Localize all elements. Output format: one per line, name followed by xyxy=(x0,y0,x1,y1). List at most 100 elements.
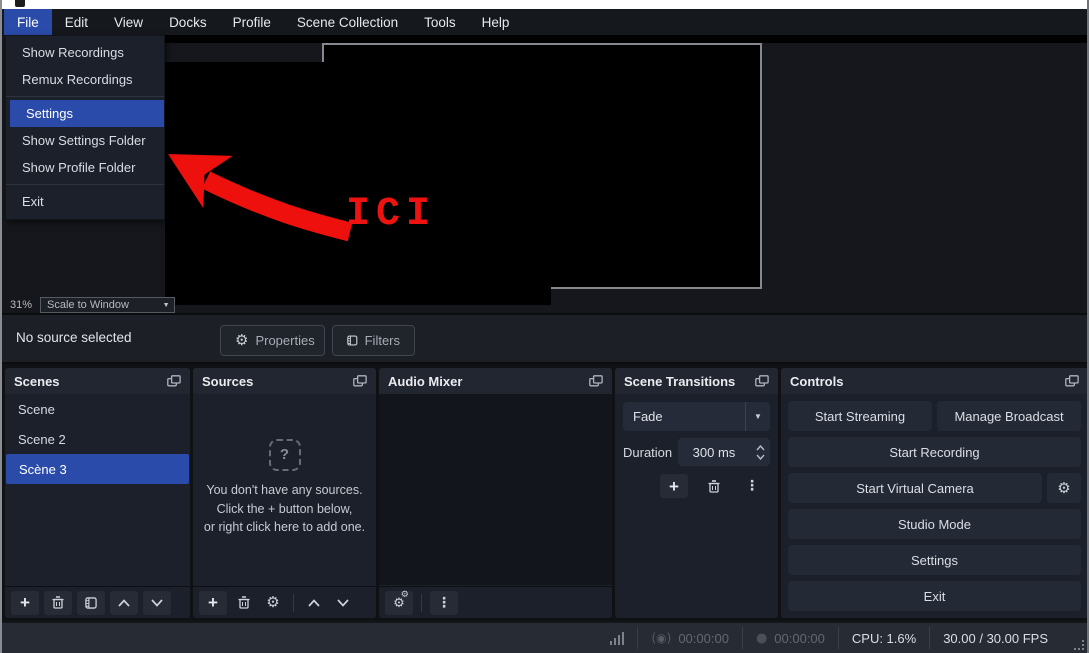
gear-icon: ⚙ xyxy=(1057,481,1070,496)
move-scene-down-button[interactable] xyxy=(143,591,171,615)
sources-empty-state: ? You don't have any sources. Click the … xyxy=(193,394,376,582)
broadcast-icon: (◉) xyxy=(651,631,671,645)
popout-icon[interactable] xyxy=(1065,375,1079,387)
source-properties-button[interactable]: ⚙ xyxy=(261,591,285,615)
duration-value: 300 ms xyxy=(678,445,750,460)
spin-up-icon[interactable] xyxy=(756,445,765,451)
studio-mode-button[interactable]: Studio Mode xyxy=(788,509,1081,539)
file-menu-show-profile-folder[interactable]: Show Profile Folder xyxy=(6,154,164,181)
file-menu-exit[interactable]: Exit xyxy=(6,188,164,215)
add-transition-button[interactable]: + xyxy=(660,474,688,498)
obs-main-window: File Edit View Docks Profile Scene Colle… xyxy=(0,0,1089,653)
transition-selected-value: Fade xyxy=(623,409,745,424)
mixer-menu-button[interactable]: ⋮ xyxy=(430,591,458,615)
audio-mixer-body xyxy=(379,394,612,585)
trash-icon xyxy=(52,596,64,609)
scene-transitions-title: Scene Transitions xyxy=(624,374,735,389)
file-menu-settings[interactable]: Settings xyxy=(10,100,164,127)
scene-row-3-selected[interactable]: Scène 3 xyxy=(6,454,189,484)
menu-separator xyxy=(6,184,164,185)
preview-scale-bar: 31% Scale to Window ▼ xyxy=(10,297,175,313)
ici-annotation-text: ICI xyxy=(346,192,436,237)
start-recording-button[interactable]: Start Recording xyxy=(788,437,1081,467)
kebab-menu-icon: ⋮ xyxy=(437,595,451,611)
connection-quality-segment xyxy=(597,632,637,645)
chevron-up-icon xyxy=(118,599,130,607)
move-scene-up-button[interactable] xyxy=(110,591,138,615)
window-icon-partial xyxy=(15,0,25,7)
popout-icon[interactable] xyxy=(589,375,603,387)
scene-transitions-panel: Scene Transitions Fade ▼ Duration 300 ms xyxy=(615,368,778,618)
menu-file[interactable]: File xyxy=(4,9,52,35)
popout-icon[interactable] xyxy=(167,375,181,387)
audio-mixer-title: Audio Mixer xyxy=(388,374,462,389)
controls-panel: Controls Start Streaming Manage Broadcas… xyxy=(781,368,1088,618)
file-menu-remux-recordings[interactable]: Remux Recordings xyxy=(6,66,164,93)
toolbar-divider xyxy=(421,594,422,612)
duration-row: Duration 300 ms xyxy=(623,438,770,466)
settings-button[interactable]: Settings xyxy=(788,545,1081,575)
chevron-down-icon: ▼ xyxy=(158,302,174,309)
popout-icon[interactable] xyxy=(755,375,769,387)
scale-mode-dropdown[interactable]: Scale to Window ▼ xyxy=(40,297,175,313)
menu-profile[interactable]: Profile xyxy=(220,9,284,35)
trash-icon xyxy=(238,596,250,609)
scene-filters-button[interactable] xyxy=(77,591,105,615)
scene-row-2[interactable]: Scene 2 xyxy=(5,424,190,454)
remove-scene-button[interactable] xyxy=(44,591,72,615)
remove-source-button[interactable] xyxy=(232,591,256,615)
chevron-down-icon: ▼ xyxy=(745,402,770,431)
properties-button[interactable]: ⚙ Properties xyxy=(220,325,325,356)
move-source-up-button[interactable] xyxy=(302,591,326,615)
filters-button[interactable]: Filters xyxy=(332,325,415,356)
scale-mode-label: Scale to Window xyxy=(41,299,158,311)
menu-docks[interactable]: Docks xyxy=(156,9,220,35)
record-time-segment: ● 00:00:00 xyxy=(743,631,838,646)
add-source-button[interactable]: + xyxy=(199,591,227,615)
add-scene-button[interactable]: + xyxy=(11,591,39,615)
advanced-audio-properties-button[interactable]: ⚙⚙ xyxy=(385,591,413,615)
move-source-down-button[interactable] xyxy=(331,591,355,615)
transition-menu-button[interactable]: ⋮ xyxy=(740,474,764,498)
file-menu-show-recordings[interactable]: Show Recordings xyxy=(6,39,164,66)
start-streaming-button[interactable]: Start Streaming xyxy=(788,401,932,431)
virtual-camera-settings-button[interactable]: ⚙ xyxy=(1047,473,1081,503)
exit-button[interactable]: Exit xyxy=(788,581,1081,611)
menu-edit[interactable]: Edit xyxy=(52,9,101,35)
chevron-down-icon xyxy=(337,599,349,607)
gear-icon: ⚙ xyxy=(235,333,248,348)
preview-zoom-percent: 31% xyxy=(10,299,32,311)
menu-view[interactable]: View xyxy=(101,9,156,35)
signal-bars-icon xyxy=(610,632,624,645)
stream-time-segment: (◉) 00:00:00 xyxy=(638,631,741,646)
file-menu-show-settings-folder[interactable]: Show Settings Folder xyxy=(6,127,164,154)
cpu-usage: CPU: 1.6% xyxy=(852,631,916,646)
transition-buttons-row: + ⋮ xyxy=(615,474,764,498)
properties-label: Properties xyxy=(255,333,314,348)
menu-scene-collection[interactable]: Scene Collection xyxy=(284,9,411,35)
manage-broadcast-button[interactable]: Manage Broadcast xyxy=(937,401,1081,431)
resize-grip[interactable] xyxy=(1075,641,1084,650)
dock-area: Scenes Scene Scene 2 Scène 3 + xyxy=(2,364,1087,621)
gear-icon: ⚙ xyxy=(266,595,279,610)
menu-tools[interactable]: Tools xyxy=(411,9,469,35)
transition-dropdown[interactable]: Fade ▼ xyxy=(623,402,770,431)
remove-transition-button[interactable] xyxy=(702,474,726,498)
kebab-menu-icon: ⋮ xyxy=(745,478,759,494)
no-source-selected-label: No source selected xyxy=(16,330,132,345)
filter-icon xyxy=(347,334,358,347)
menu-help[interactable]: Help xyxy=(469,9,523,35)
filter-icon xyxy=(85,597,97,609)
audio-mixer-panel: Audio Mixer ⚙⚙ ⋮ xyxy=(379,368,612,618)
spin-down-icon[interactable] xyxy=(756,454,765,460)
start-virtual-camera-button[interactable]: Start Virtual Camera xyxy=(788,473,1042,503)
record-time: 00:00:00 xyxy=(774,631,825,646)
sources-empty-message: You don't have any sources. Click the + … xyxy=(204,481,365,537)
file-menu-dropdown: Show Recordings Remux Recordings Setting… xyxy=(5,35,165,220)
popout-icon[interactable] xyxy=(353,375,367,387)
stream-time: 00:00:00 xyxy=(678,631,729,646)
scene-row-1[interactable]: Scene xyxy=(5,394,190,424)
fps-counter: 30.00 / 30.00 FPS xyxy=(943,631,1048,646)
duration-spinbox[interactable]: 300 ms xyxy=(678,438,770,466)
background-window-strip xyxy=(2,0,1087,9)
